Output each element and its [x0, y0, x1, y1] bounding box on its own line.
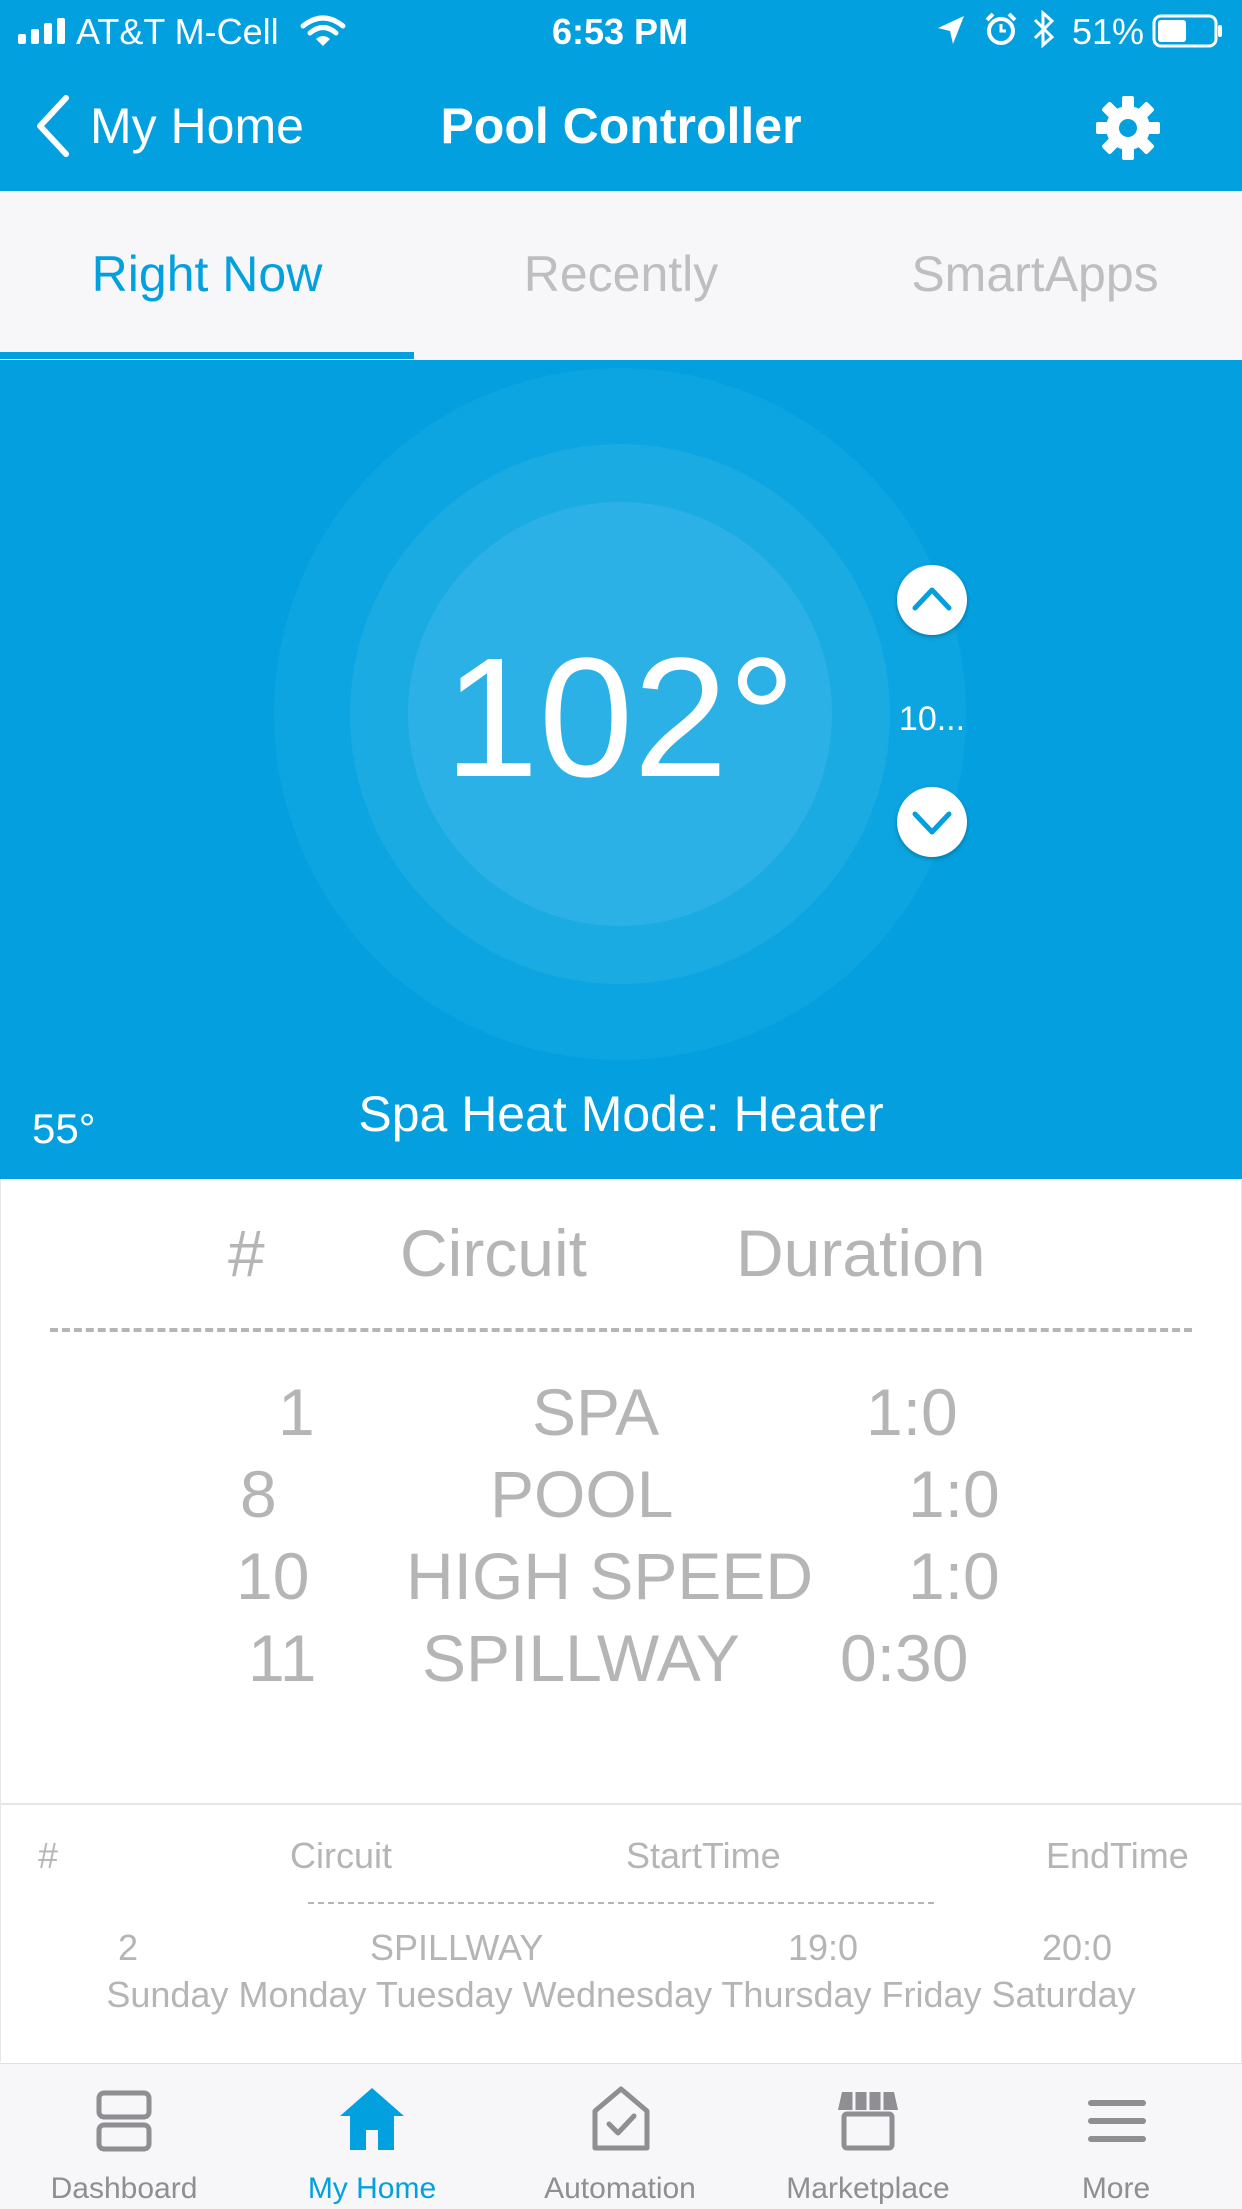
location-arrow-icon	[936, 14, 966, 46]
nav-automation-label: Automation	[544, 2172, 696, 2205]
top-bar: AT&T M-Cell 6:53 PM 51% My Home Pool Con…	[0, 0, 1242, 191]
nav-more-label: More	[1081, 2172, 1151, 2205]
circuit-header-duration: Duration	[736, 1216, 986, 1290]
signal-icon	[18, 18, 70, 44]
temp-down-button[interactable]	[897, 787, 967, 857]
circuit-row-duration: 1:0	[866, 1375, 958, 1449]
circuit-divider	[50, 1328, 1192, 1332]
tab-right-now[interactable]: Right Now	[0, 244, 414, 304]
marketplace-icon	[836, 2088, 900, 2152]
page-title: Pool Controller	[440, 98, 802, 154]
automation-icon	[592, 2086, 650, 2152]
schedule-header-start: StartTime	[626, 1835, 781, 1876]
circuit-row-name: SPA	[532, 1375, 660, 1449]
schedule-row-num: 2	[118, 1927, 139, 1968]
setpoint-value: 10...	[898, 700, 966, 738]
schedule-row-start: 19:0	[788, 1927, 859, 1968]
schedule-header-end: EndTime	[1046, 1835, 1189, 1876]
bluetooth-icon	[1032, 9, 1056, 49]
status-time: 6:53 PM	[552, 11, 689, 52]
temp-up-button[interactable]	[897, 565, 967, 635]
menu-icon	[1088, 2098, 1146, 2144]
circuit-row-num: 11	[248, 1621, 317, 1695]
schedule-row-end: 20:0	[1042, 1927, 1113, 1968]
nav-marketplace-label: Marketplace	[786, 2172, 950, 2205]
nav-my-home-label: My Home	[307, 2172, 437, 2205]
tab-smartapps[interactable]: SmartApps	[828, 244, 1242, 304]
current-temperature: 102°	[444, 623, 796, 813]
carrier-label: AT&T M-Cell	[76, 11, 279, 52]
circuit-header-circuit: Circuit	[400, 1216, 588, 1290]
wifi-icon	[300, 14, 346, 48]
circuit-row-duration: 1:0	[908, 1457, 1000, 1531]
schedule-header-num: #	[38, 1835, 59, 1876]
circuit-row-num: 10	[236, 1539, 310, 1613]
schedule-row-circuit: SPILLWAY	[370, 1927, 544, 1968]
battery-percent: 51%	[1072, 11, 1145, 52]
home-icon	[338, 2086, 406, 2152]
thermostat-tile: 102° 10... 55° Spa Heat Mode: Heater	[0, 360, 1242, 1179]
circuit-row-duration: 0:30	[840, 1621, 969, 1695]
battery-icon	[1152, 14, 1224, 48]
gear-icon[interactable]	[1094, 94, 1162, 162]
tab-recently[interactable]: Recently	[414, 244, 828, 304]
schedule-divider	[308, 1902, 934, 1904]
schedule-days: Sunday Monday Tuesday Wednesday Thursday…	[106, 1974, 1136, 2015]
circuit-row-name: HIGH SPEED	[406, 1539, 814, 1613]
schedule-header-circuit: Circuit	[290, 1835, 393, 1876]
chevron-up-icon	[912, 587, 952, 611]
active-tab-indicator	[0, 352, 414, 359]
circuit-row-num: 1	[278, 1375, 315, 1449]
dashboard-icon	[96, 2090, 152, 2152]
chevron-down-icon	[912, 811, 952, 835]
circuit-row-num: 8	[240, 1457, 277, 1531]
nav-dashboard-label: Dashboard	[50, 2172, 198, 2205]
spa-heat-mode: Spa Heat Mode: Heater	[358, 1086, 884, 1142]
circuit-header-num: #	[228, 1216, 265, 1290]
circuit-row-duration: 1:0	[908, 1539, 1000, 1613]
circuit-row-name: POOL	[490, 1457, 674, 1531]
circuit-row-name: SPILLWAY	[422, 1621, 740, 1695]
alarm-icon	[984, 12, 1018, 46]
